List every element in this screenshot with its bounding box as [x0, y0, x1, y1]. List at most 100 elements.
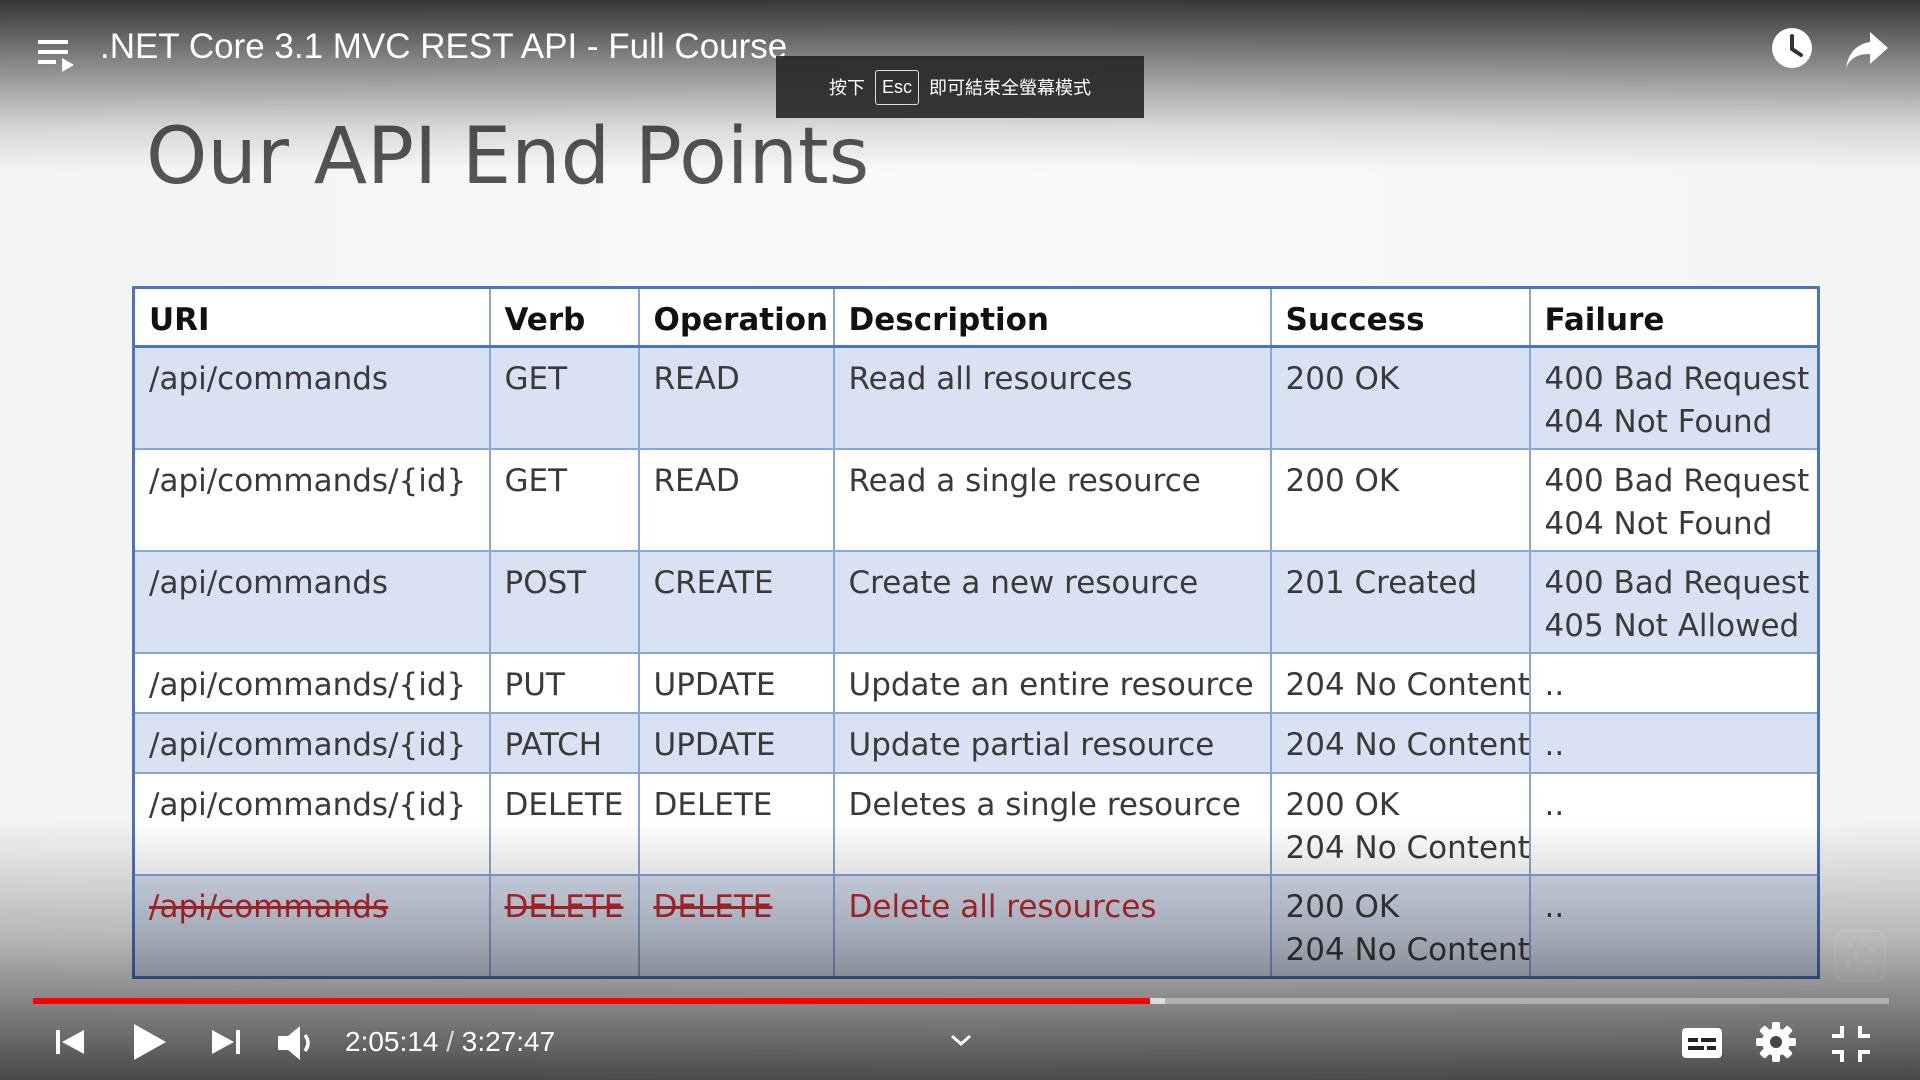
table-row: /api/commands GET READ Read all resource…: [132, 345, 1820, 450]
table-row: /api/commands DELETE DELETE Delete all r…: [132, 874, 1820, 979]
cell-description: Create a new resource: [832, 550, 1272, 654]
cell-verb: PATCH: [488, 712, 640, 774]
cell-failure: 400 Bad Request 404 Not Found: [1528, 345, 1820, 450]
progress-bar[interactable]: [33, 998, 1889, 1004]
success-line: 201 Created: [1285, 565, 1478, 601]
cell-uri: /api/commands: [132, 345, 491, 450]
progress-played: [33, 998, 1151, 1004]
cell-operation: UPDATE: [637, 712, 835, 774]
esc-key-badge: Esc: [874, 69, 919, 105]
duration: 3:27:47: [461, 1026, 556, 1057]
current-time: 2:05:14: [345, 1026, 439, 1057]
success-line: 204 No Content: [1285, 830, 1530, 866]
cell-failure: 400 Bad Request 405 Not Allowed: [1528, 550, 1820, 654]
table-row: /api/commands POST CREATE Create a new r…: [132, 550, 1820, 654]
toast-suffix: 即可結束全螢幕模式: [929, 78, 1091, 98]
failure-line: 405 Not Allowed: [1544, 608, 1800, 644]
api-endpoints-table: URI Verb Operation Description Success F…: [132, 286, 1820, 979]
cell-verb: DELETE: [488, 772, 640, 876]
cell-success: 201 Created: [1269, 550, 1531, 654]
cell-uri: /api/commands/{id}: [132, 772, 491, 876]
cell-description: Update an entire resource: [832, 652, 1272, 714]
success-line: 200 OK: [1285, 787, 1400, 823]
table-row: /api/commands/{id} GET READ Read a singl…: [132, 448, 1820, 552]
cell-operation: UPDATE: [637, 652, 835, 714]
cell-failure: ..: [1528, 772, 1820, 876]
time-display: 2:05:14 / 3:27:47: [345, 1026, 555, 1058]
failure-line: ..: [1544, 727, 1565, 763]
failure-line: ..: [1544, 667, 1565, 703]
failure-line: ..: [1544, 889, 1565, 925]
failure-line: 404 Not Found: [1544, 506, 1773, 542]
table-row: /api/commands/{id} DELETE DELETE Deletes…: [132, 772, 1820, 876]
play-icon[interactable]: [128, 1020, 170, 1064]
chevron-down-icon[interactable]: [948, 1030, 974, 1050]
cell-verb: GET: [488, 345, 640, 450]
failure-line: 404 Not Found: [1544, 404, 1773, 440]
skip-next-icon[interactable]: [208, 1024, 244, 1060]
header-operation: Operation: [637, 286, 835, 348]
cell-description: Read a single resource: [832, 448, 1272, 552]
header-success: Success: [1269, 286, 1531, 348]
failure-line: ..: [1544, 787, 1565, 823]
cell-uri: /api/commands/{id}: [132, 712, 491, 774]
success-line: 204 No Content: [1285, 932, 1530, 968]
cell-verb: PUT: [488, 652, 640, 714]
cell-operation: READ: [637, 448, 835, 552]
header-verb: Verb: [488, 286, 640, 348]
cell-verb: GET: [488, 448, 640, 552]
toast-prefix: 按下: [828, 78, 865, 98]
gear-icon[interactable]: [1754, 1020, 1798, 1064]
header-uri: URI: [132, 286, 491, 348]
subtitles-icon[interactable]: [1680, 1024, 1724, 1062]
video-title[interactable]: .NET Core 3.1 MVC REST API - Full Course: [100, 27, 787, 67]
volume-icon[interactable]: [276, 1022, 320, 1064]
cell-description: Read all resources: [832, 345, 1272, 450]
cell-operation: DELETE: [637, 874, 835, 979]
success-line: 204 No Content: [1285, 667, 1530, 703]
cell-uri: /api/commands: [132, 874, 491, 979]
cell-description: Update partial resource: [832, 712, 1272, 774]
cell-success: 204 No Content: [1269, 712, 1531, 774]
cell-verb: DELETE: [488, 874, 640, 979]
header-failure: Failure: [1528, 286, 1820, 348]
cell-success: 200 OK 204 No Content: [1269, 874, 1531, 979]
cell-success: 200 OK 204 No Content: [1269, 772, 1531, 876]
failure-line: 400 Bad Request: [1544, 463, 1810, 499]
failure-line: 400 Bad Request: [1544, 565, 1810, 601]
cell-success: 200 OK: [1269, 345, 1531, 450]
cell-description: Delete all resources: [832, 874, 1272, 979]
header-description: Description: [832, 286, 1272, 348]
cell-operation: CREATE: [637, 550, 835, 654]
table-row: /api/commands/{id} PUT UPDATE Update an …: [132, 652, 1820, 714]
slide-title: Our API End Points: [146, 112, 870, 202]
success-line: 200 OK: [1285, 889, 1400, 925]
cell-verb: POST: [488, 550, 640, 654]
table-row: /api/commands/{id} PATCH UPDATE Update p…: [132, 712, 1820, 774]
success-line: 200 OK: [1285, 463, 1400, 499]
cell-description: Deletes a single resource: [832, 772, 1272, 876]
cell-uri: /api/commands/{id}: [132, 448, 491, 552]
cell-failure: ..: [1528, 874, 1820, 979]
channel-watermark-icon[interactable]: [1832, 928, 1888, 984]
exit-fullscreen-icon[interactable]: [1830, 1024, 1872, 1064]
cell-uri: /api/commands/{id}: [132, 652, 491, 714]
cell-success: 200 OK: [1269, 448, 1531, 552]
cell-failure: ..: [1528, 652, 1820, 714]
cell-failure: ..: [1528, 712, 1820, 774]
playlist-menu-icon[interactable]: [36, 34, 80, 74]
video-frame[interactable]: Our API End Points URI Verb Operation De…: [0, 0, 1920, 1080]
table-header-row: URI Verb Operation Description Success F…: [132, 286, 1820, 348]
share-arrow-icon[interactable]: [1844, 30, 1890, 70]
success-line: 204 No Content: [1285, 727, 1530, 763]
cell-failure: 400 Bad Request 404 Not Found: [1528, 448, 1820, 552]
failure-line: 400 Bad Request: [1544, 361, 1810, 397]
skip-previous-icon[interactable]: [52, 1024, 88, 1060]
time-separator: /: [438, 1026, 462, 1057]
clock-icon[interactable]: [1770, 26, 1814, 70]
cell-operation: DELETE: [637, 772, 835, 876]
exit-fullscreen-toast: 按下 Esc 即可結束全螢幕模式: [776, 56, 1144, 118]
success-line: 200 OK: [1285, 361, 1400, 397]
cell-success: 204 No Content: [1269, 652, 1531, 714]
cell-operation: READ: [637, 345, 835, 450]
